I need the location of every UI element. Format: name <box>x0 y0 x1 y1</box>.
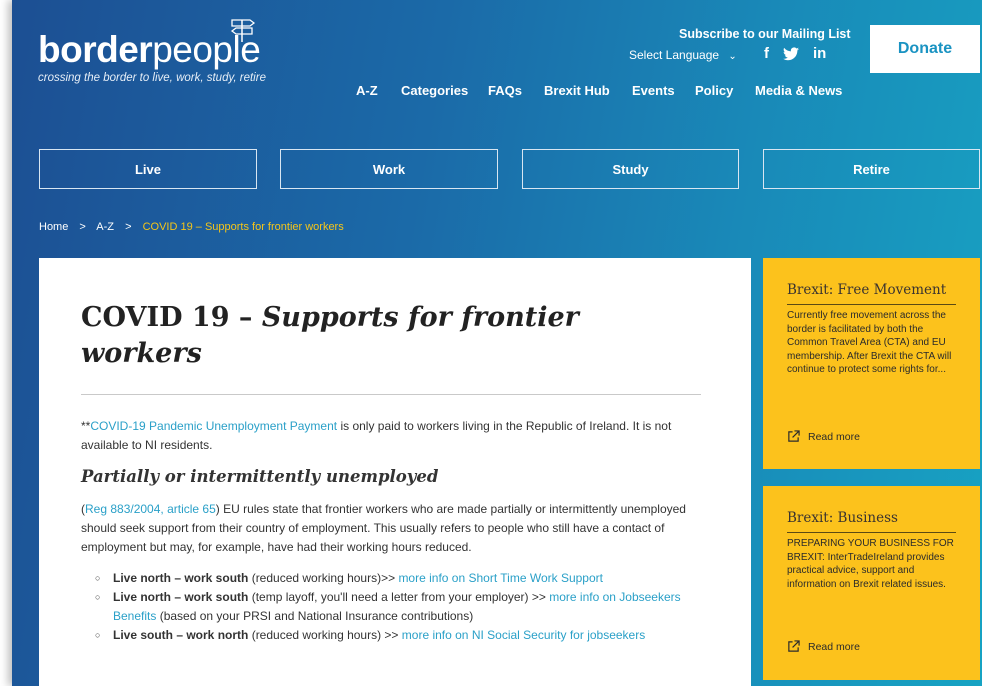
logo-tagline: crossing the border to live, work, study… <box>38 72 266 84</box>
read-more-link[interactable]: Read more <box>787 640 860 653</box>
sidebar-card-business[interactable]: Brexit: Business PREPARING YOUR BUSINESS… <box>763 486 980 680</box>
section-heading: Partially or intermittently unemployed <box>81 467 439 486</box>
linkedin-icon[interactable]: in <box>813 45 826 62</box>
eu-rules-paragraph: (Reg 883/2004, article 65) EU rules stat… <box>81 500 701 557</box>
list-item-label: Live north – work south <box>113 571 249 585</box>
breadcrumb-separator: > <box>79 221 86 233</box>
read-more-label: Read more <box>808 430 860 443</box>
language-select[interactable]: Select Language ⌄ <box>629 48 737 62</box>
twitter-icon[interactable] <box>783 47 799 61</box>
list-item: Live north – work south (reduced working… <box>95 569 711 588</box>
card-title: Brexit: Business <box>787 510 956 533</box>
site-logo[interactable]: borderpeople crossing the border to live… <box>38 19 266 84</box>
nav-item-brexit-hub[interactable]: Brexit Hub <box>544 83 610 98</box>
breadcrumb-current: COVID 19 – Supports for frontier workers <box>142 221 344 233</box>
card-body: Currently free movement across the borde… <box>787 310 952 375</box>
card-body: PREPARING YOUR BUSINESS FOR BREXIT: Inte… <box>787 538 954 590</box>
section-work-button[interactable]: Work <box>280 149 498 189</box>
list-item-after: (based on your PRSI and National Insuran… <box>156 609 474 623</box>
nav-item-events[interactable]: Events <box>632 83 675 98</box>
external-link-icon <box>788 640 800 652</box>
list-item-label: Live north – work south <box>113 590 249 604</box>
signpost-icon <box>230 19 256 42</box>
intro-paragraph: **COVID-19 Pandemic Unemployment Payment… <box>81 417 701 455</box>
section-retire-button[interactable]: Retire <box>763 149 980 189</box>
list-item: Live south – work north (reduced working… <box>95 626 711 645</box>
chevron-down-icon: ⌄ <box>728 51 737 62</box>
breadcrumb-separator: > <box>125 221 132 233</box>
nav-item-faqs[interactable]: FAQs <box>488 83 522 98</box>
sidebar-card-free-movement[interactable]: Brexit: Free Movement Currently free mov… <box>763 258 980 469</box>
intro-prefix: ** <box>81 419 91 433</box>
list-item-label: Live south – work north <box>113 628 249 642</box>
pandemic-payment-link[interactable]: COVID-19 Pandemic Unemployment Payment <box>90 419 337 433</box>
subscribe-link[interactable]: Subscribe to our Mailing List <box>679 27 851 41</box>
breadcrumb: Home > A-Z > COVID 19 – Supports for fro… <box>39 221 344 233</box>
nav-item-az[interactable]: A-Z <box>356 83 378 98</box>
nav-item-media-news[interactable]: Media & News <box>755 83 842 98</box>
logo-bold: border <box>38 29 153 70</box>
short-time-work-link[interactable]: more info on Short Time Work Support <box>398 571 603 585</box>
nav-item-categories[interactable]: Categories <box>401 83 468 98</box>
read-more-label: Read more <box>808 640 860 653</box>
regulation-link[interactable]: Reg 883/2004, article 65 <box>85 502 216 516</box>
breadcrumb-az[interactable]: A-Z <box>96 221 114 233</box>
nav-item-policy[interactable]: Policy <box>695 83 733 98</box>
support-list: Live north – work south (reduced working… <box>81 569 711 645</box>
section-live-button[interactable]: Live <box>39 149 257 189</box>
title-divider <box>81 394 701 395</box>
card-title: Brexit: Free Movement <box>787 282 956 305</box>
social-links: f in <box>764 45 826 62</box>
language-select-label: Select Language <box>629 48 720 62</box>
section-nav: Live Work Study Retire <box>39 149 980 189</box>
list-item-text: (reduced working hours)>> <box>248 571 399 585</box>
page-frame: borderpeople crossing the border to live… <box>12 0 982 686</box>
section-study-button[interactable]: Study <box>522 149 739 189</box>
breadcrumb-home[interactable]: Home <box>39 221 68 233</box>
ni-social-security-link[interactable]: more info on NI Social Security for jobs… <box>402 628 645 642</box>
external-link-icon <box>788 430 800 442</box>
read-more-link[interactable]: Read more <box>787 430 860 443</box>
list-item-text: (reduced working hours) >> <box>248 628 402 642</box>
list-item-text: (temp layoff, you'll need a letter from … <box>248 590 550 604</box>
facebook-icon[interactable]: f <box>764 45 769 62</box>
article-content: COVID 19 – Supports for frontier workers… <box>39 258 751 686</box>
page-title-prefix: COVID 19 – <box>81 302 262 333</box>
list-item: Live north – work south (temp layoff, yo… <box>95 588 711 626</box>
page-title: COVID 19 – Supports for frontier workers <box>81 300 601 372</box>
donate-button[interactable]: Donate <box>870 25 980 73</box>
